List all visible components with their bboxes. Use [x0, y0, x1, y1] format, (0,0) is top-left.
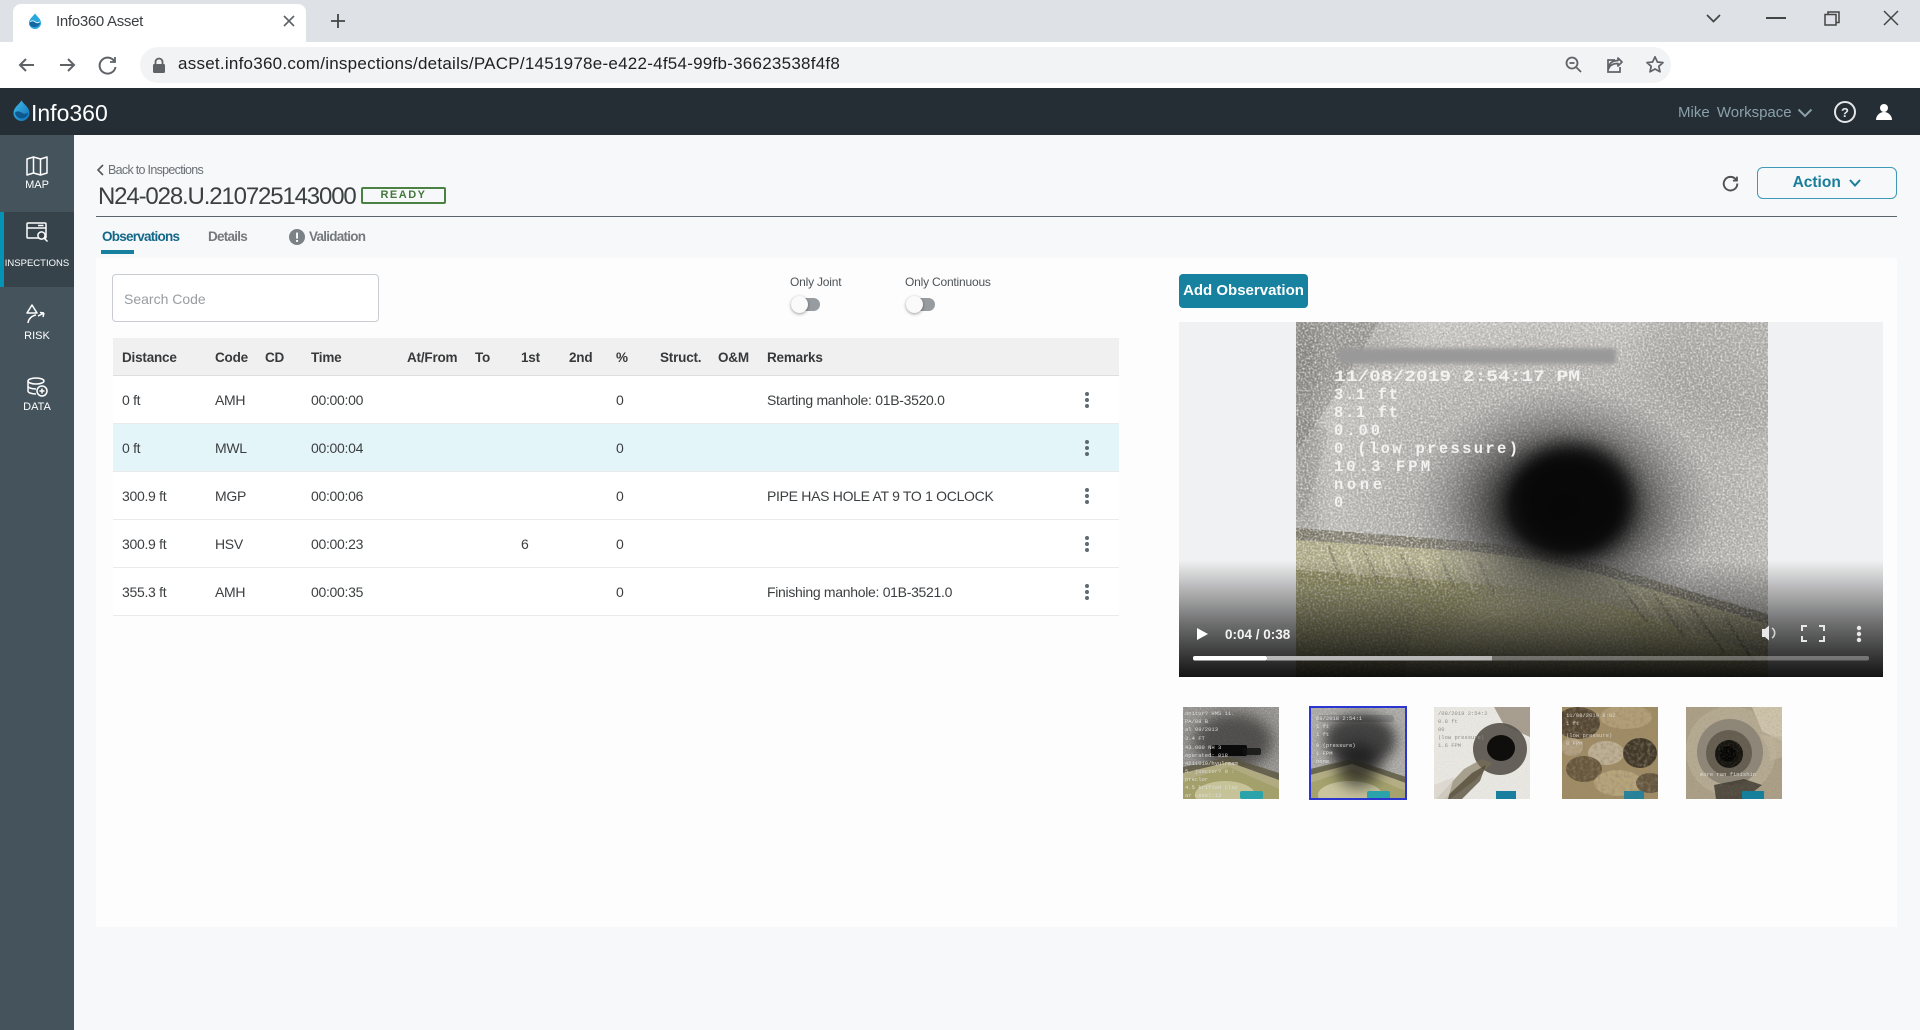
- svg-text:00: 00: [1438, 726, 1445, 733]
- svg-text:(low pressure): (low pressure): [1438, 734, 1484, 741]
- svg-text:0.8 ft: 0.8 ft: [1438, 718, 1458, 725]
- svg-text:1.6 FPM: 1.6 FPM: [1438, 742, 1461, 749]
- svg-text:(low pressure): (low pressure): [1566, 732, 1612, 739]
- svg-text:11/08/2019 2:54:17 PM: 11/08/2019 2:54:17 PM: [1334, 368, 1580, 386]
- svg-text:43.000 NH 3: 43.000 NH 3: [1185, 744, 1221, 751]
- svg-text:1 ft: 1 ft: [1316, 731, 1329, 738]
- svg-text:operated: 018: operated: 018: [1185, 752, 1228, 759]
- svg-text:08/2018 2:54:1: 08/2018 2:54:1: [1316, 715, 1363, 722]
- svg-text:more ran finishin: more ran finishin: [1700, 771, 1756, 778]
- svg-text:11/08/2019 8:02: 11/08/2019 8:02: [1566, 712, 1616, 719]
- svg-text:5. junctor? 0 :: 5. junctor? 0 :: [1185, 768, 1235, 775]
- svg-text:0: 0: [1334, 494, 1343, 512]
- svg-text:?: ?: [1841, 105, 1849, 120]
- svg-text:4211010/hyulream: 4211010/hyulream: [1185, 760, 1239, 767]
- svg-text:anitur? HMS 11.: anitur? HMS 11.: [1185, 710, 1235, 717]
- svg-text:0 (pressure): 0 (pressure): [1316, 742, 1356, 749]
- svg-text:1 ft: 1 ft: [1316, 723, 1329, 730]
- svg-text:0:04 / 0:38: 0:04 / 0:38: [1225, 627, 1291, 642]
- svg-text:al 09/2013: al 09/2013: [1185, 726, 1218, 733]
- svg-text:4.5 krified Clay: 4.5 krified Clay: [1185, 784, 1239, 791]
- svg-text:3.4 FT: 3.4 FT: [1185, 735, 1206, 742]
- svg-text:ar Level:13: ar Level:13: [1185, 792, 1221, 799]
- svg-text:1 ft: 1 ft: [1566, 720, 1579, 727]
- svg-text:0 FPM: 0 FPM: [1566, 740, 1583, 747]
- svg-text:none: none: [1316, 758, 1329, 765]
- svg-text:PA/08 B: PA/08 B: [1185, 718, 1209, 725]
- svg-text:1 FPM: 1 FPM: [1316, 750, 1333, 757]
- svg-text:/08/2019 2:54:2: /08/2019 2:54:2: [1438, 710, 1488, 717]
- svg-text:preclor: preclor: [1185, 776, 1208, 783]
